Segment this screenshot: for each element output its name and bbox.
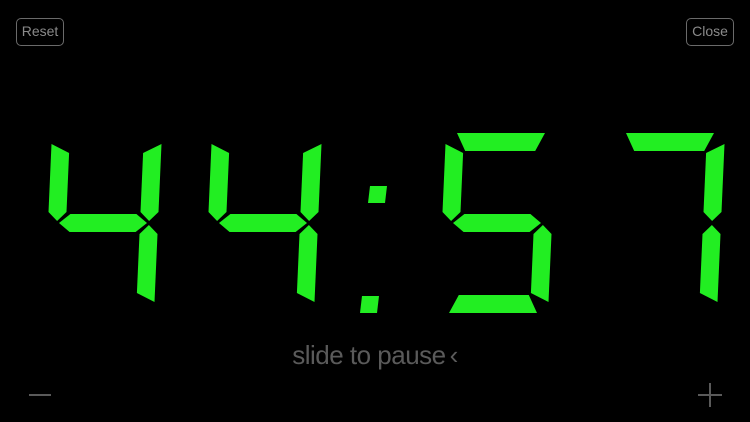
segment-middle	[219, 214, 307, 232]
segment-top	[626, 133, 714, 151]
segment-upper-right	[140, 144, 162, 221]
timer-digit-minutes-ones	[208, 144, 322, 302]
segment-upper-right	[703, 144, 725, 221]
slide-to-pause[interactable]: slide to pause ‹	[0, 340, 750, 371]
slide-to-pause-label: slide to pause	[292, 340, 446, 370]
segment-lower-right	[530, 225, 552, 302]
segment-upper-left	[442, 144, 464, 221]
decrease-time-button[interactable]	[26, 380, 56, 410]
timer-digit-minutes-tens	[48, 144, 162, 302]
segment-upper-left	[48, 144, 70, 221]
segment-lower-right	[699, 225, 721, 302]
segment-upper-right	[300, 144, 322, 221]
timer-digit-seconds-tens	[442, 133, 552, 313]
segment-middle	[453, 214, 541, 232]
segment-lower-right	[136, 225, 158, 302]
segment-bottom	[449, 295, 537, 313]
timer-colon	[360, 186, 387, 313]
segment-lower-right	[296, 225, 318, 302]
colon-dot-bottom	[360, 296, 379, 313]
minus-icon	[29, 394, 51, 396]
chevron-left-icon: ‹	[449, 340, 459, 370]
colon-dot-top	[368, 186, 387, 203]
increase-time-button[interactable]	[695, 380, 725, 410]
segment-upper-left	[208, 144, 230, 221]
timer-digit-seconds-ones	[626, 133, 725, 302]
segment-middle	[59, 214, 147, 232]
plus-icon	[698, 383, 722, 407]
segment-top	[457, 133, 545, 151]
